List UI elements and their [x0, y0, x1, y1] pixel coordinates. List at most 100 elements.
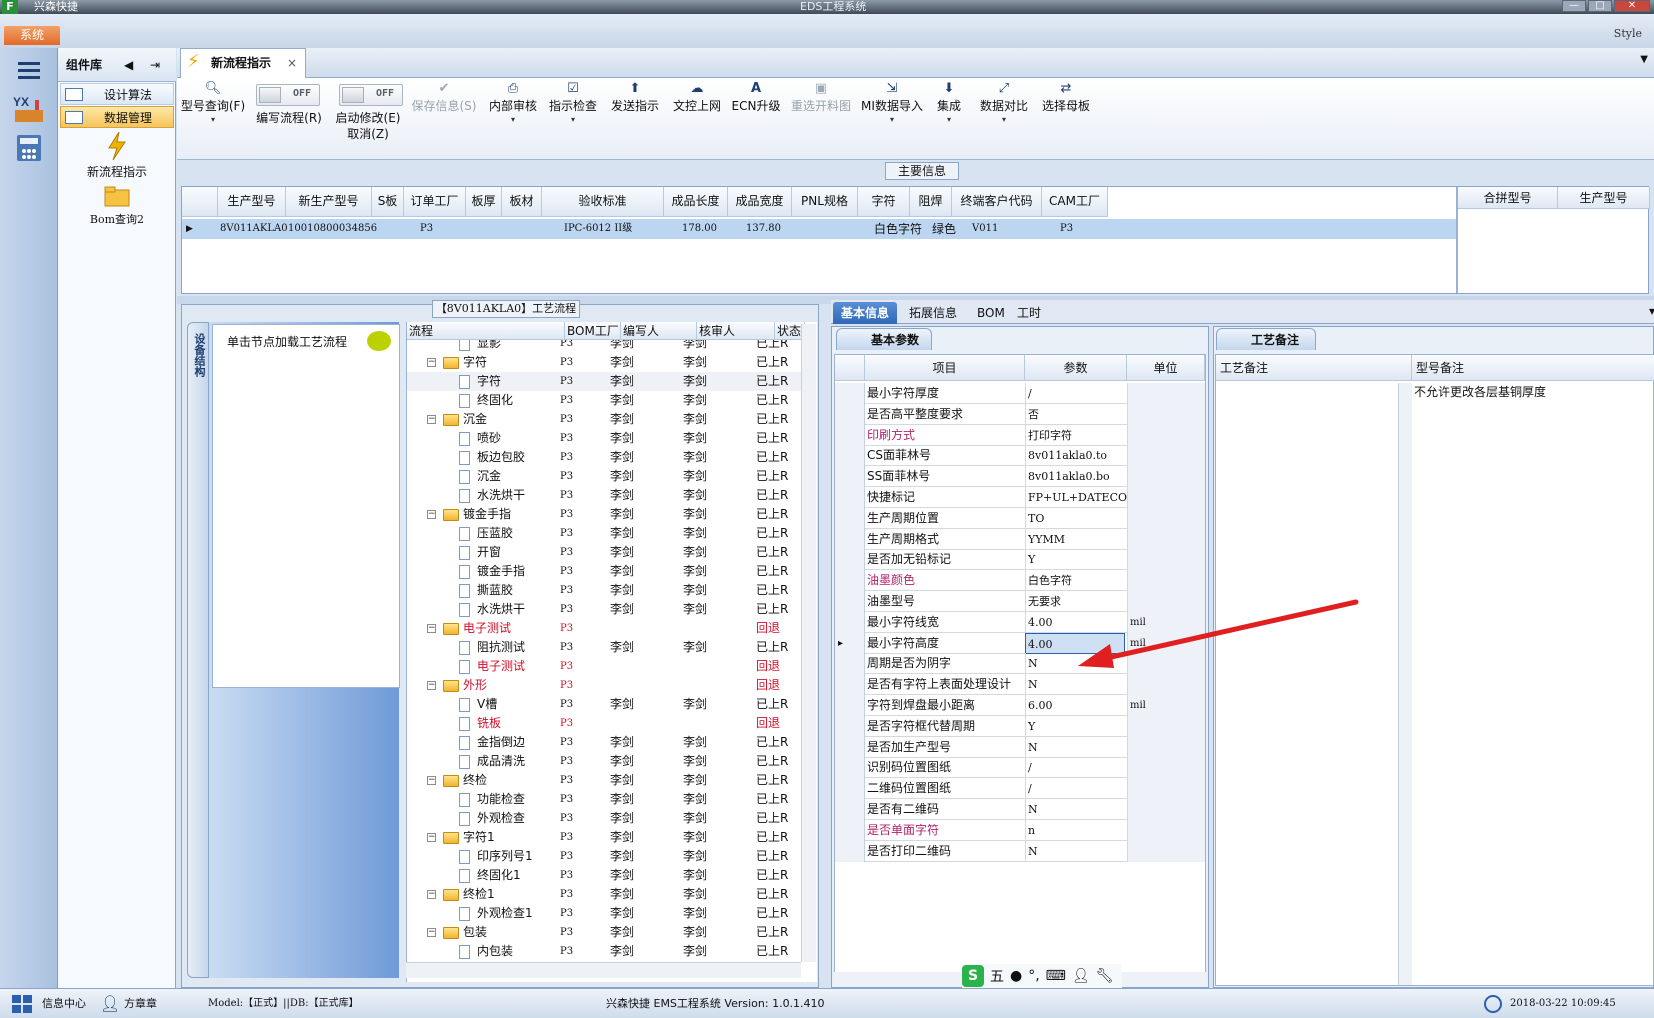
col-header[interactable]: 流程	[407, 322, 565, 340]
tree-row[interactable]: 显影 P3 李剑 李剑 已上R	[407, 340, 803, 353]
tree-row[interactable]: − 字符 P3 李剑 李剑 已上R	[407, 353, 803, 372]
new-process-tool[interactable]: 新流程指示	[58, 131, 176, 180]
col-header[interactable]: 板厚	[466, 187, 502, 217]
param-value[interactable]: FP+UL+DATECODE	[1025, 487, 1144, 508]
col-header[interactable]: 验收标准	[542, 187, 664, 217]
tree-row[interactable]: 压蓝胶 P3 李剑 李剑 已上R	[407, 524, 803, 543]
col-header[interactable]: 参数	[1025, 355, 1127, 381]
param-value[interactable]: 8v011akla0.bo	[1025, 466, 1125, 488]
expand-toggle-icon[interactable]: −	[427, 358, 436, 367]
param-value[interactable]: N	[1025, 736, 1125, 758]
tree-vertical-scrollbar[interactable]	[801, 324, 816, 962]
factory-icon[interactable]: YX	[10, 90, 48, 126]
tree-row[interactable]: 外观检查 P3 李剑 李剑 已上R	[407, 809, 803, 828]
ime-toolbar[interactable]: S 五 ● °, ⌨ 👤︎ 🔧︎	[962, 964, 1122, 988]
col-header[interactable]: 成品宽度	[728, 187, 792, 217]
pin-icon[interactable]: ⇥	[150, 48, 160, 82]
param-value[interactable]: N	[1025, 840, 1125, 862]
expand-toggle-icon[interactable]: −	[427, 681, 436, 690]
param-row[interactable]: 是否有二维码 N	[835, 799, 1205, 820]
tab-process-notes[interactable]: 工艺备注	[1216, 328, 1316, 350]
tree-row[interactable]: 印序列号1 P3 李剑 李剑 已上R	[407, 847, 803, 866]
tree-row[interactable]: 撕蓝胶 P3 李剑 李剑 已上R	[407, 581, 803, 600]
integration-button[interactable]: ⬇ 集成 ▾	[927, 80, 971, 126]
col-header[interactable]: PNL规格	[792, 187, 858, 217]
param-row[interactable]: 生产周期格式 YYMM	[835, 528, 1205, 550]
col-header[interactable]: 成品长度	[664, 187, 728, 217]
param-value[interactable]: 6.00	[1025, 695, 1125, 716]
col-header[interactable]: 新生产型号	[286, 187, 372, 217]
param-value[interactable]: 打印字符	[1025, 424, 1125, 446]
style-menu[interactable]: Style	[1614, 27, 1642, 40]
mi-data-import-button[interactable]: ⇲ MI数据导入 ▾	[859, 80, 925, 126]
tree-row[interactable]: − 沉金 P3 李剑 李剑 已上R	[407, 410, 803, 429]
param-value[interactable]: 白色字符	[1025, 570, 1125, 592]
col-header[interactable]: 编写人	[621, 322, 697, 340]
tree-row[interactable]: − 包装 P3 李剑 李剑 已上R	[407, 923, 803, 942]
param-row[interactable]: 印刷方式 打印字符	[835, 424, 1205, 446]
expand-toggle-icon[interactable]: −	[427, 415, 436, 424]
tab-basic-info[interactable]: 基本信息	[833, 302, 898, 324]
close-window-button[interactable]: ✕	[1614, 0, 1650, 12]
col-header[interactable]: BOM工厂	[565, 322, 621, 340]
comp-item-design-algorithm[interactable]: 设计算法	[60, 83, 174, 105]
tab-work-hours[interactable]: 工时	[1009, 302, 1049, 324]
dot-icon[interactable]: ●	[1010, 968, 1022, 984]
expand-toggle-icon[interactable]: −	[427, 833, 436, 842]
system-menu-button[interactable]: 系统	[4, 26, 60, 45]
notes-scrollbar[interactable]	[1398, 383, 1412, 985]
param-row[interactable]: SS面菲林号 8v011akla0.bo	[835, 466, 1205, 488]
punctuation-icon[interactable]: °,	[1028, 968, 1039, 984]
tree-row[interactable]: − 外形 P3 回退	[407, 676, 803, 695]
tree-row[interactable]: 金指倒边 P3 李剑 李剑 已上R	[407, 733, 803, 752]
col-header[interactable]: 工艺备注	[1216, 355, 1412, 381]
param-value[interactable]: TO	[1025, 507, 1125, 529]
tree-row[interactable]: 开窗 P3 李剑 李剑 已上R	[407, 543, 803, 562]
doc-control-online-button[interactable]: ☁ 文控上网	[669, 80, 725, 114]
param-value[interactable]: /	[1025, 383, 1125, 404]
tree-row[interactable]: 终固化1 P3 李剑 李剑 已上R	[407, 866, 803, 885]
col-header[interactable]: 型号备注	[1412, 355, 1654, 381]
tree-row[interactable]: 铣板 P3 回退	[407, 714, 803, 733]
start-edit-toggle[interactable]: OFF	[339, 84, 403, 106]
internal-review-button[interactable]: ⎙ 内部审核 ▾	[485, 80, 541, 126]
send-indication-button[interactable]: ⬆ 发送指示	[607, 80, 663, 114]
tree-row[interactable]: 内包装 P3 李剑 李剑 已上R	[407, 942, 803, 961]
param-row[interactable]: 快捷标记 FP+UL+DATECODE	[835, 487, 1205, 508]
param-row[interactable]: 生产周期位置 TO	[835, 507, 1205, 529]
dropdown-arrow-icon[interactable]: ▾	[927, 114, 971, 126]
param-row[interactable]: 是否打印二维码 N	[835, 840, 1205, 862]
param-value[interactable]: YYMM	[1025, 528, 1125, 550]
model-note-text[interactable]: 不允许更改各层基铜厚度	[1414, 383, 1546, 400]
expand-toggle-icon[interactable]: −	[427, 890, 436, 899]
write-process-toggle[interactable]: OFF	[256, 84, 320, 106]
param-row[interactable]: 最小字符厚度 /	[835, 383, 1205, 404]
param-value[interactable]: /	[1025, 778, 1125, 800]
col-header[interactable]: 单位	[1127, 355, 1205, 381]
tree-row[interactable]: − 电子测试 P3 回退	[407, 619, 803, 638]
ime-mode[interactable]: 五	[990, 966, 1004, 986]
hamburger-menu-button[interactable]	[10, 52, 48, 88]
param-row[interactable]: 是否字符框代替周期 Y	[835, 715, 1205, 737]
param-row[interactable]: 是否有字符上表面处理设计 N	[835, 674, 1205, 696]
tree-row[interactable]: 喷砂 P3 李剑 李剑 已上R	[407, 429, 803, 448]
tree-row[interactable]: 沉金 P3 李剑 李剑 已上R	[407, 467, 803, 486]
tree-row[interactable]: − 镀金手指 P3 李剑 李剑 已上R	[407, 505, 803, 524]
col-header[interactable]: CAM工厂	[1042, 187, 1108, 217]
col-header[interactable]: S板	[372, 187, 404, 217]
dropdown-arrow-icon[interactable]: ▾	[545, 114, 601, 126]
dropdown-arrow-icon[interactable]: ▾	[975, 114, 1033, 126]
tree-row[interactable]: 终固化 P3 李剑 李剑 已上R	[407, 391, 803, 410]
param-value[interactable]: N	[1025, 799, 1125, 820]
tree-row[interactable]: 水洗烘干 P3 李剑 李剑 已上R	[407, 486, 803, 505]
data-compare-button[interactable]: ⤢ 数据对比 ▾	[975, 80, 1033, 126]
col-header[interactable]: 订单工厂	[404, 187, 466, 217]
col-header[interactable]: 合拼型号	[1458, 187, 1558, 209]
keyboard-icon[interactable]: ⌨	[1046, 968, 1066, 984]
select-mother-board-button[interactable]: ⇄ 选择母板	[1037, 80, 1095, 114]
info-center-link[interactable]: 信息中心	[42, 989, 86, 1018]
tab-extended-info[interactable]: 拓展信息	[901, 302, 965, 324]
param-row[interactable]: 是否加无铅标记 Y	[835, 549, 1205, 571]
param-value[interactable]: N	[1025, 674, 1125, 696]
tree-row[interactable]: 字符 P3 李剑 李剑 已上R	[407, 372, 803, 391]
